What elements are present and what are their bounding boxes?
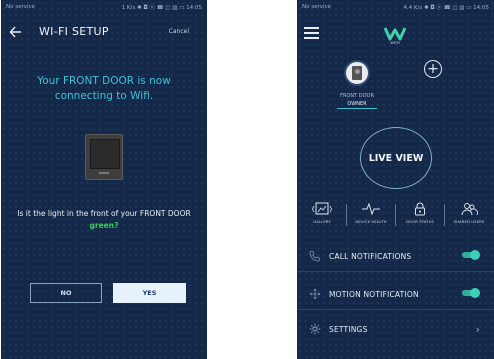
quick-action-device-health[interactable]: DEVICE HEALTH [347,200,395,236]
device-name: FRONT DOOR [340,93,374,99]
chevron-right-icon: › [475,323,480,336]
carrier-text: No service [6,4,35,10]
call-notifications-toggle[interactable] [462,250,480,260]
question-text: Is it the light in the front of your FRO… [17,209,191,218]
row-label: CALL NOTIFICATIONS [329,252,412,261]
back-arrow-icon[interactable] [9,24,23,40]
question-highlight: green? [89,221,119,230]
status-bar: No service 1 K/s ✱ ◘ ⓞ ☎ ◫ ▥ ▭ 14:05 [1,0,207,14]
motion-notification-row[interactable]: MOTION NOTIFICATION [297,280,494,310]
phone-icon [309,251,320,262]
home-screen: No service 4.4 K/s ✱ ◘ ⓞ ☎ ◫ ▥ ▭ 14:05 W… [297,0,494,359]
quick-action-gallery[interactable]: GALLERY [298,200,346,236]
app-logo: WITH [383,26,407,48]
heartbeat-icon [362,202,380,216]
status-icons-text: 4.4 K/s ✱ ◘ ⓞ ☎ ◫ ▥ ▭ 14:05 [403,5,489,11]
quick-action-label: DOOR STATUS [405,219,435,224]
carrier-text: No service [302,4,331,10]
connecting-message: Your FRONT DOOR is now connecting to Wif… [37,75,171,102]
device-screen [90,139,120,169]
live-view-button[interactable]: LIVE VIEW [360,127,432,189]
quick-actions: GALLERY DEVICE HEALTH DOOR STATUS SHARED… [297,200,494,236]
quick-action-door-status[interactable]: DOOR STATUS [396,200,444,236]
device-role: OWNER [337,101,377,109]
add-device-button[interactable]: + [424,60,442,78]
lock-icon [415,202,425,216]
divider [297,271,494,272]
hamburger-menu-icon[interactable] [304,27,319,39]
logo-text: WITH [390,41,400,45]
gallery-icon [312,202,332,215]
quick-action-label: SHARED USERS [453,219,485,224]
motion-icon [309,288,321,300]
settings-row[interactable]: SETTINGS › [297,315,494,345]
users-icon [461,203,478,216]
motion-notification-toggle[interactable] [462,288,480,298]
status-bar: No service 4.4 K/s ✱ ◘ ⓞ ☎ ◫ ▥ ▭ 14:05 [297,0,494,14]
no-button[interactable]: NO [30,283,102,303]
divider [297,309,494,310]
quick-action-label: DEVICE HEALTH [355,219,387,224]
row-label: MOTION NOTIFICATION [329,290,419,299]
call-notifications-row[interactable]: CALL NOTIFICATIONS [297,242,494,272]
header: WI-FI SETUP Cancel [1,22,207,44]
status-icons-text: 1 K/s ✱ ◘ ⓞ ☎ ◫ ▥ ▭ 14:05 [121,5,202,11]
wifi-setup-screen: No service 1 K/s ✱ ◘ ⓞ ☎ ◫ ▥ ▭ 14:05 WI-… [1,0,207,359]
quick-action-shared-users[interactable]: SHARED USERS [445,200,493,236]
light-question: Is it the light in the front of your FRO… [15,208,193,232]
quick-action-label: GALLERY [313,219,331,224]
gear-icon [309,323,321,335]
w-logo-icon [383,27,407,41]
cancel-button[interactable]: Cancel [169,28,189,35]
page-title: WI-FI SETUP [39,25,109,38]
device-light [99,172,109,174]
doorbell-icon [352,66,362,80]
row-label: SETTINGS [329,325,368,334]
doorbell-device-image [85,134,123,180]
device-avatar[interactable] [344,60,370,86]
yes-button[interactable]: YES [113,283,186,303]
